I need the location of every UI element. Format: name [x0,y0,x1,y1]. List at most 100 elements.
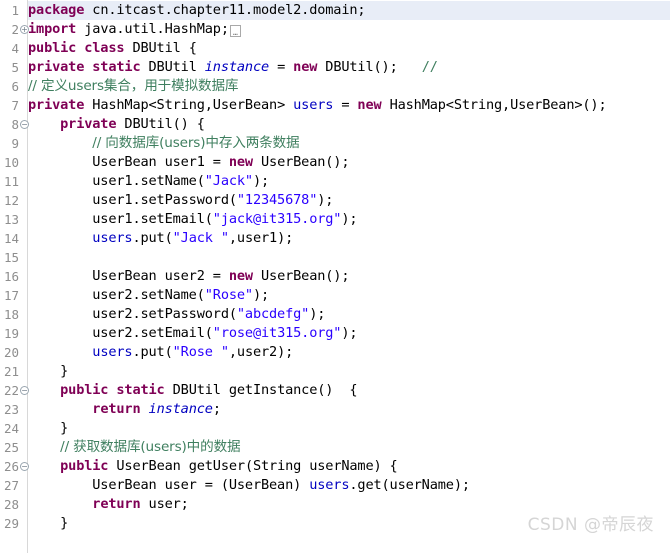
line-number: 14 [3,231,19,246]
line-number: 18 [3,307,19,322]
code-line: // 获取数据库(users)中的数据 [28,438,240,457]
code-token-plain: user2.setName( [28,287,205,303]
line-number: 29 [3,516,19,531]
line-number: 5 [11,60,19,75]
code-token-plain: .put( [132,344,173,360]
code-line: user2.setEmail("rose@it315.org"); [28,324,357,343]
line-number: 19 [3,326,19,341]
code-token-str: "Jack " [172,230,229,246]
code-token-plain: ); [309,306,326,322]
code-line: public UserBean getUser(String userName)… [28,457,398,476]
line-number: 11 [3,174,19,189]
code-line: users.put("Jack ",user1); [28,229,293,248]
code-token-fld: users [92,230,133,246]
code-token-kw: package [28,2,85,18]
code-editor[interactable]: 1 2 +4 5 6 7 8−9 10 11 12 13 14 15 16 17 18 19 20 21 22−23 2… [0,0,670,553]
code-token-kw: return [92,401,141,417]
code-line: } [28,362,68,381]
code-token-fld-i: instance [204,59,270,75]
line-number: 16 [3,269,19,284]
code-line: UserBean user1 = new UserBean(); [28,153,349,172]
code-line: UserBean user2 = new UserBean(); [28,267,349,286]
line-number: 21 [3,364,19,379]
code-line: user1.setEmail("jack@it315.org"); [28,210,357,229]
code-content-area[interactable]: package cn.itcast.chapter11.model2.domai… [28,0,670,553]
code-line: user1.setPassword("12345678"); [28,191,333,210]
code-line: } [28,419,68,438]
code-line: } [28,514,68,533]
code-token-plain: .put( [132,230,173,246]
line-number: 1 [11,3,19,18]
code-token-cmt: // [421,59,438,75]
code-token-kw: public class [28,40,125,56]
code-token-plain: user2.setPassword( [28,306,237,322]
fold-expand-icon[interactable]: + [20,25,29,34]
line-number: 7 [11,98,19,113]
code-token-plain: ,user1); [228,230,294,246]
code-line: public static DBUtil getInstance() { [28,381,357,400]
code-token-kw: new [228,154,253,170]
collapsed-fold-box[interactable]: … [229,25,241,37]
fold-collapse-icon[interactable]: − [20,386,29,395]
code-token-plain: HashMap<String,UserBean>(); [381,97,607,113]
code-token-str: "12345678" [236,192,318,208]
code-token-plain: ); [341,325,358,341]
code-line: user1.setName("Jack"); [28,172,269,191]
code-line: import java.util.HashMap;… [28,20,241,39]
fold-collapse-icon[interactable]: − [20,462,29,471]
code-token-kw: public static [60,382,165,398]
code-line: package cn.itcast.chapter11.model2.domai… [28,1,366,20]
code-token-plain: DBUtil() { [116,116,205,132]
code-token-plain: } [28,420,69,436]
code-token-cmt: // 获取数据库(users)中的数据 [60,439,241,455]
code-token-kw: private [60,116,117,132]
line-number: 27 [3,478,19,493]
code-token-cmt: // 定义users集合，用于模拟数据库 [28,78,239,94]
line-number: 20 [3,345,19,360]
line-number: 10 [3,155,19,170]
line-number: 24 [3,421,19,436]
code-line: UserBean user = (UserBean) users.get(use… [28,476,470,495]
code-token-plain: cn.itcast.chapter11.model2.domain; [84,2,366,18]
line-number: 26 [3,459,19,474]
code-token-plain: user1.setPassword( [28,192,237,208]
code-line: return user; [28,495,189,514]
code-token-plain: ,user2); [228,344,294,360]
code-token-kw: new [228,268,253,284]
code-token-fld-i: instance [148,401,213,417]
code-line: return instance; [28,400,221,419]
code-token-plain: ); [317,192,334,208]
code-token-plain: = [269,59,294,75]
code-token-plain: java.util.HashMap; [76,21,229,37]
code-token-kw: new [293,59,318,75]
line-number: 13 [3,212,19,227]
code-token-plain: user2.setEmail( [28,325,213,341]
code-token-plain: ); [252,287,270,303]
code-token-plain: } [28,515,69,531]
code-line: // 定义users集合，用于模拟数据库 [28,77,238,96]
code-token-plain: } [28,363,69,379]
code-token-str: "Rose " [172,344,229,360]
code-token-plain: UserBean user2 = [28,268,229,284]
code-token-fld: users [293,97,334,113]
line-number: 8 [11,117,19,132]
code-token-plain: ); [341,211,358,227]
code-token-fld: users [309,477,350,493]
code-token-str: "Rose" [204,287,253,303]
line-number-gutter[interactable]: 1 2 +4 5 6 7 8−9 10 11 12 13 14 15 16 17 18 19 20 21 22−23 2… [0,0,29,553]
line-number: 22 [3,383,19,398]
line-number: 9 [11,136,19,151]
code-token-fld: users [92,344,133,360]
code-line: private HashMap<String,UserBean> users =… [28,96,607,115]
fold-collapse-icon[interactable]: − [20,120,29,129]
code-line: users.put("Rose ",user2); [28,343,293,362]
code-token-str: "abcdefg" [236,306,310,322]
code-line: user2.setName("Rose"); [28,286,269,305]
